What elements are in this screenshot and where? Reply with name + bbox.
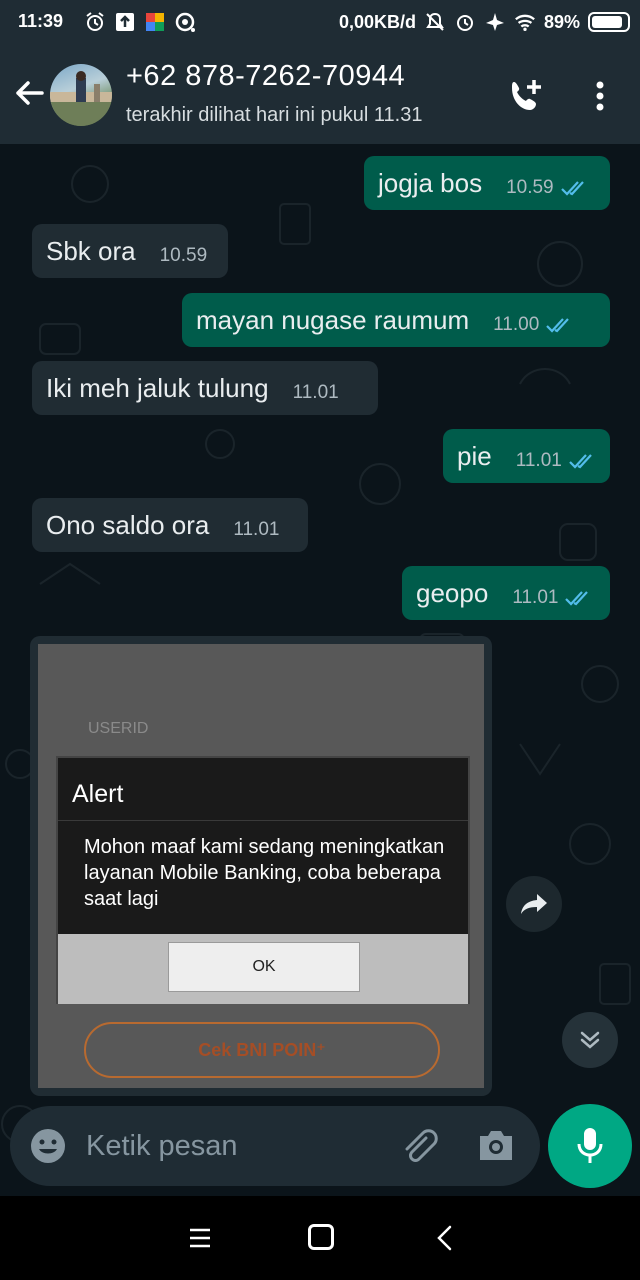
message-time: 11.01 [233,519,280,540]
message-meta: 11.00 [493,314,575,336]
emoji-icon[interactable] [28,1126,68,1166]
recent-apps-icon[interactable] [186,1224,214,1252]
avatar[interactable] [50,64,112,126]
message-text: mayan nugase raumum [196,304,470,335]
more-options-icon[interactable] [584,76,616,116]
notification-icons [84,11,196,33]
chat-header: +62 878-7262-70944 terakhir dilihat hari… [0,44,640,144]
add-call-icon[interactable] [506,76,546,116]
read-ticks-icon [560,181,584,196]
message-text: Sbk ora [46,235,136,266]
message-meta: 11.01 [516,450,598,472]
message-time: 11.01 [515,450,562,471]
message-text: Iki meh jaluk tulung [46,372,269,403]
nav-back-icon[interactable] [432,1224,458,1252]
message-incoming[interactable]: Sbk ora 10.59 [32,224,228,278]
divider [58,820,468,821]
cek-bni-poin-button: Cek BNI POIN⁺ [84,1022,440,1078]
image-screenshot[interactable]: USERID Alert Mohon maaf kami sedang meni… [38,644,484,1088]
battery-icon [588,12,630,32]
network-speed: 0,00KB/d [338,11,416,32]
message-meta: 11.01 [233,519,279,541]
back-arrow-icon[interactable] [10,74,48,112]
message-outgoing[interactable]: geopo 11.01 [402,566,610,620]
message-meta: 10.59 [160,245,208,267]
scroll-down-icon[interactable] [562,1012,618,1068]
message-meta: 11.01 [293,382,339,404]
alert-title: Alert [72,780,124,808]
image-message[interactable]: USERID Alert Mohon maaf kami sedang meni… [30,636,492,1096]
mute-icon [424,11,446,33]
alarm-icon [454,11,476,33]
message-text: jogja bos [378,167,483,198]
read-ticks-icon [546,318,570,333]
alert-dialog: Alert Mohon maaf kami sedang meningkatka… [56,756,470,1004]
message-outgoing[interactable]: jogja bos 10.59 [364,156,610,210]
upload-icon [114,11,136,33]
alert-message: Mohon maaf kami sedang meningkatkan laya… [84,836,445,910]
attach-icon[interactable] [396,1124,440,1168]
read-ticks-icon [569,454,592,469]
alert-footer: OK [58,934,468,1004]
signal-app-icon [174,11,196,33]
message-time: 10.59 [506,177,554,198]
airplane-icon [484,11,506,33]
home-icon[interactable] [308,1224,334,1250]
userid-label: USERID [88,720,149,737]
contact-name[interactable]: +62 878-7262-70944 [126,60,405,93]
app-icon [144,11,166,33]
message-incoming[interactable]: Iki meh jaluk tulung 11.01 [32,361,378,415]
system-status: 0,00KB/d 89% [339,11,630,33]
read-ticks-icon [565,591,589,606]
message-meta: 10.59 [506,177,590,199]
battery-percent: 89% [543,11,580,32]
message-input[interactable] [86,1124,376,1168]
mic-icon [577,1128,603,1163]
chat-area[interactable]: jogja bos 10.59 Sbk ora 10.59 mayan nuga… [0,144,640,1196]
message-text: geopo [416,577,489,608]
camera-icon[interactable] [474,1126,518,1166]
mic-button[interactable] [548,1104,632,1188]
message-outgoing[interactable]: pie 11.01 [443,429,610,483]
system-nav-bar [0,1196,640,1280]
forward-icon[interactable] [506,876,562,932]
ok-button: OK [168,942,360,992]
alarm-icon [84,11,106,33]
message-text: pie [457,440,492,471]
status-bar: 11:39 0,00KB/d 89% [0,0,640,44]
clock: 11:39 [18,11,64,31]
message-meta: 11.01 [512,587,594,609]
message-outgoing[interactable]: mayan nugase raumum 11.00 [182,293,610,347]
message-time: 10.59 [159,245,208,266]
message-composer [10,1106,540,1186]
last-seen-status: terakhir dilihat hari ini pukul 11.31 [126,104,423,126]
message-incoming[interactable]: Ono saldo ora 11.01 [32,498,308,552]
message-time: 11.01 [292,382,339,403]
message-text: Ono saldo ora [46,509,210,540]
wifi-icon [514,11,536,33]
message-time: 11.00 [493,314,540,335]
message-time: 11.01 [512,587,559,608]
